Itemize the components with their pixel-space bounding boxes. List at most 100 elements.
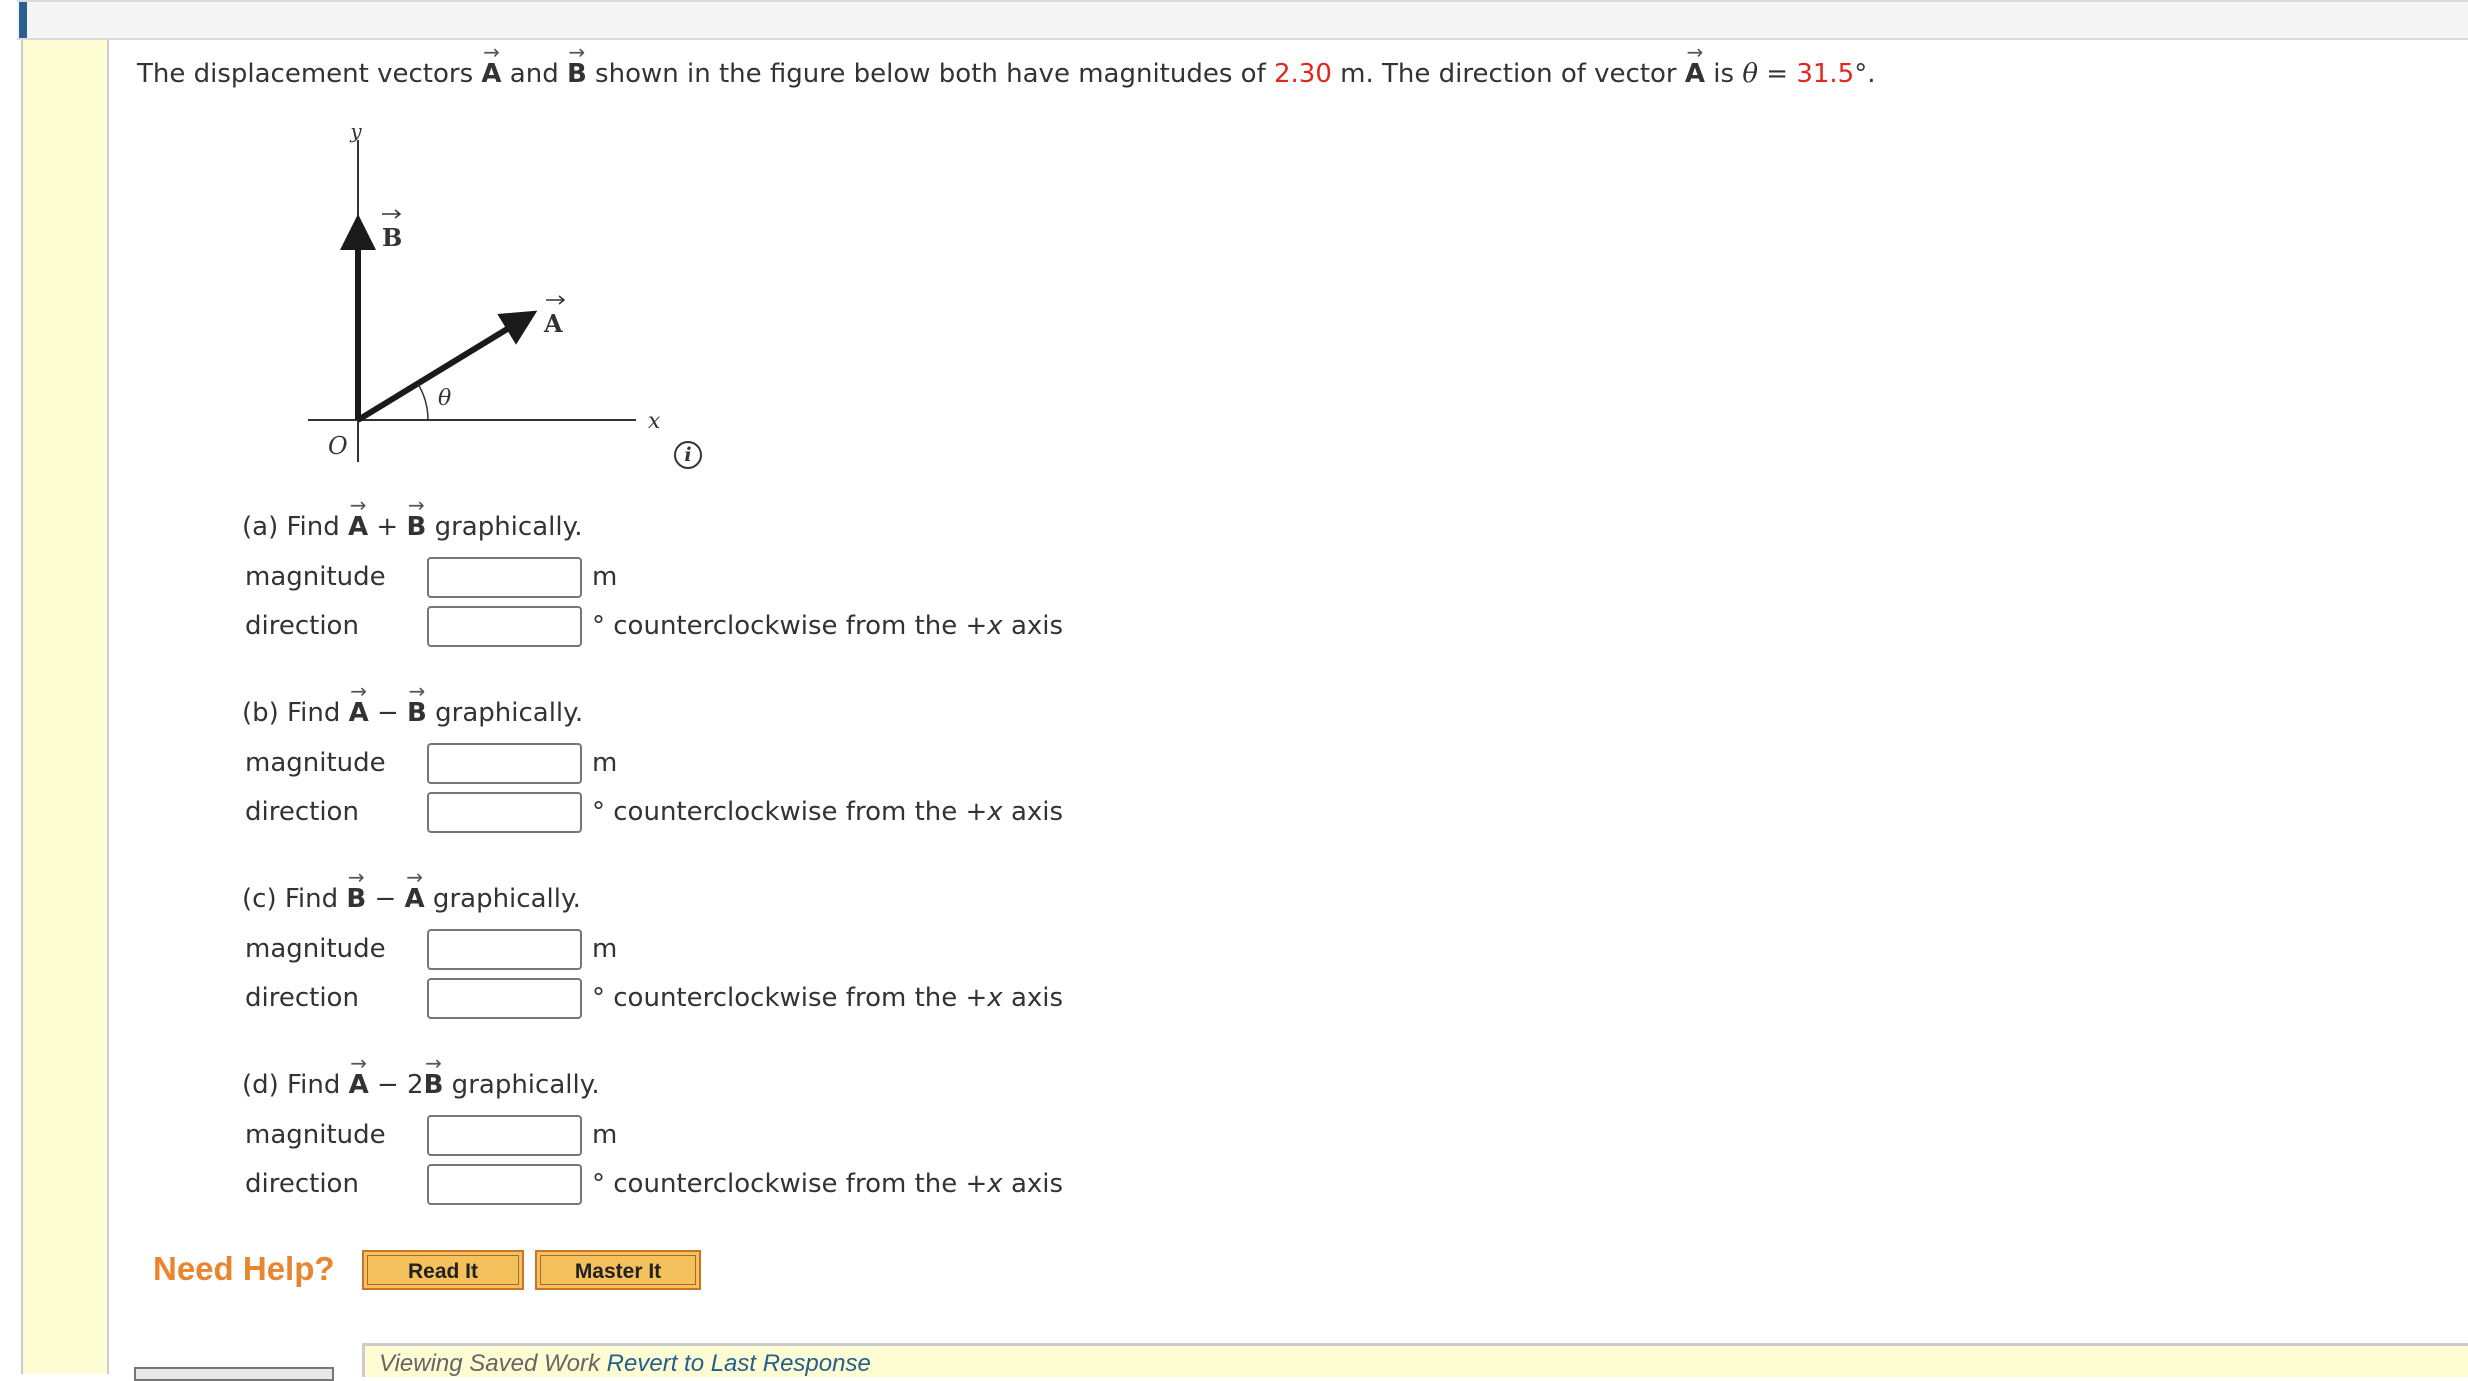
part-b: (b) Find A − B graphically. magnitude m … (242, 697, 1142, 877)
magnitude-row: magnitude m (245, 929, 1145, 970)
operator: − (368, 1070, 408, 1100)
saved-work-bar: Viewing Saved Work Revert to Last Respon… (362, 1343, 2468, 1377)
angle-label: θ (438, 386, 451, 411)
y-axis-label: y (349, 119, 362, 143)
operator: − (366, 884, 405, 914)
magnitude-row: magnitude m (245, 743, 1145, 784)
direction-label: direction (245, 1169, 359, 1199)
equals-sign: = (1757, 59, 1797, 89)
unit-x: x (987, 1169, 1003, 1199)
magnitude-value: 2.30 (1273, 59, 1332, 89)
unit-text: ° counterclockwise from the + (592, 797, 988, 827)
part-d-direction-input[interactable] (427, 1164, 582, 1205)
vector-b-label-arrow (382, 209, 402, 219)
vector-figure: y x O B A θ (308, 119, 661, 462)
unit-x: x (987, 983, 1003, 1013)
revert-link[interactable]: Revert to Last Response (607, 1350, 871, 1377)
submit-button-partial[interactable] (134, 1367, 334, 1381)
unit-text: ° counterclockwise from the + (592, 983, 988, 1013)
unit-text: ° counterclockwise from the + (592, 611, 988, 641)
info-icon[interactable]: i (674, 441, 702, 469)
heading-text: (c) Find (242, 884, 347, 914)
intro-text: m. The direction of vector (1331, 59, 1685, 89)
intro-text: and (501, 59, 567, 89)
direction-row: direction ° counterclockwise from the +x… (245, 1164, 1145, 1205)
need-help-label: Need Help? (153, 1250, 335, 1287)
part-d: (d) Find A − 2B graphically. magnitude m… (242, 1069, 1142, 1249)
vector-a-symbol: A (1685, 52, 1705, 96)
direction-row: direction ° counterclockwise from the +x… (245, 978, 1145, 1019)
problem-statement: The displacement vectors A and B shown i… (137, 52, 1875, 96)
part-b-direction-input[interactable] (427, 792, 582, 833)
vector-a-label: A (543, 309, 563, 338)
heading-text: graphically. (424, 884, 581, 914)
direction-unit: ° counterclockwise from the +x axis (592, 796, 1063, 828)
direction-unit: ° counterclockwise from the +x axis (592, 982, 1063, 1014)
heading-text: graphically. (443, 1070, 600, 1100)
vector-symbol: A (348, 511, 368, 543)
heading-text: (a) Find (242, 512, 349, 542)
magnitude-row: magnitude m (245, 557, 1145, 598)
direction-unit: ° counterclockwise from the +x axis (592, 1168, 1063, 1200)
intro-text: °. (1854, 59, 1876, 89)
part-c: (c) Find B − A graphically. magnitude m … (242, 883, 1142, 1063)
direction-label: direction (245, 611, 359, 641)
intro-text: The displacement vectors (137, 59, 482, 89)
part-a-heading: (a) Find A + B graphically. (242, 511, 583, 543)
left-margin-column (21, 40, 109, 1374)
magnitude-label: magnitude (245, 1120, 386, 1150)
coefficient: 2 (407, 1070, 424, 1100)
angle-arc (417, 383, 429, 421)
master-it-button[interactable]: Master It (535, 1250, 701, 1290)
angle-value: 31.5 (1796, 59, 1855, 89)
magnitude-label: magnitude (245, 562, 386, 592)
unit-x: x (987, 797, 1003, 827)
part-d-heading: (d) Find A − 2B graphically. (242, 1069, 600, 1101)
direction-label: direction (245, 797, 359, 827)
heading-text: (d) Find (242, 1070, 349, 1100)
part-a: (a) Find A + B graphically. magnitude m … (242, 511, 1142, 691)
read-it-button[interactable]: Read It (362, 1250, 524, 1290)
part-c-heading: (c) Find B − A graphically. (242, 883, 581, 915)
intro-text: is (1705, 59, 1743, 89)
top-bar (17, 0, 2468, 40)
heading-text: graphically. (426, 698, 584, 728)
vector-symbol: B (346, 883, 366, 915)
part-a-magnitude-input[interactable] (427, 557, 582, 598)
operator: − (368, 698, 408, 728)
heading-text: graphically. (426, 512, 583, 542)
direction-row: direction ° counterclockwise from the +x… (245, 606, 1145, 647)
unit-text: axis (1002, 797, 1064, 827)
vector-symbol: A (349, 697, 369, 729)
vector-symbol: B (407, 697, 427, 729)
magnitude-unit: m (592, 562, 618, 592)
intro-text: shown in the figure below both have magn… (586, 59, 1274, 89)
part-c-direction-input[interactable] (427, 978, 582, 1019)
part-d-magnitude-input[interactable] (427, 1115, 582, 1156)
theta-symbol: θ (1742, 59, 1758, 89)
direction-unit: ° counterclockwise from the +x axis (592, 610, 1063, 642)
direction-label: direction (245, 983, 359, 1013)
vector-symbol: B (406, 511, 426, 543)
heading-text: (b) Find (242, 698, 349, 728)
vector-b-symbol: B (567, 52, 587, 96)
direction-row: direction ° counterclockwise from the +x… (245, 792, 1145, 833)
part-b-magnitude-input[interactable] (427, 743, 582, 784)
vector-a-symbol: A (481, 52, 501, 96)
vector-b-label: B (382, 223, 402, 252)
part-a-direction-input[interactable] (427, 606, 582, 647)
part-c-magnitude-input[interactable] (427, 929, 582, 970)
unit-text: axis (1002, 611, 1064, 641)
unit-text: ° counterclockwise from the + (592, 1169, 988, 1199)
magnitude-unit: m (592, 934, 618, 964)
magnitude-unit: m (592, 1120, 618, 1150)
unit-text: axis (1002, 1169, 1064, 1199)
origin-label: O (328, 432, 348, 460)
magnitude-label: magnitude (245, 934, 386, 964)
operator: + (368, 512, 407, 542)
accent-strip (19, 2, 27, 38)
vector-a-label-arrow (546, 295, 566, 305)
magnitude-unit: m (592, 748, 618, 778)
part-b-heading: (b) Find A − B graphically. (242, 697, 583, 729)
vector-symbol: B (424, 1069, 444, 1101)
